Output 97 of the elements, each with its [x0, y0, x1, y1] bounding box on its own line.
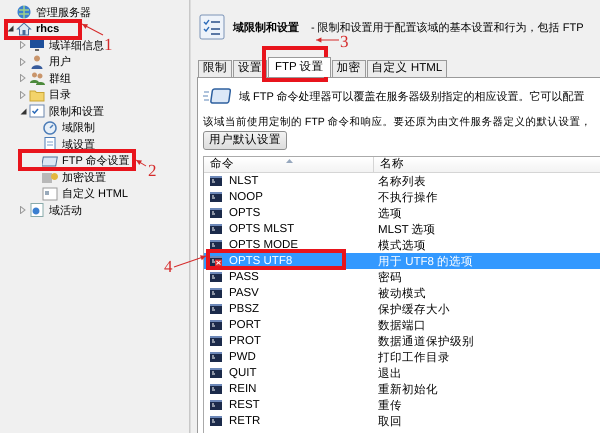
name-cell-text: 模式选项: [377, 238, 426, 252]
annotation-arrow: [82, 24, 104, 36]
tree-item[interactable]: 自定义 HTML: [61, 186, 129, 202]
command-cell: OPTS MLST: [229, 223, 294, 235]
command-cell: OPTS: [229, 207, 260, 219]
tree-item[interactable]: 管理服务器: [35, 4, 92, 20]
default-settings-button[interactable]: 用户默认设置: [203, 131, 287, 150]
command-cell: PASV: [229, 287, 259, 299]
table-row[interactable]: PBSZ 保护缓存大小: [204, 301, 600, 317]
window-icon: [203, 86, 231, 106]
name-cell-text: 用于 UTF8 的选项: [377, 254, 474, 268]
name-cell-text: 打印工作目录: [377, 350, 450, 364]
status-text: 该域当前使用定制的 FTP 命令和响应。要还原为由文件服务器定义的默认设置，: [203, 115, 592, 129]
people-icon: [29, 70, 45, 86]
table-row[interactable]: REIN 重新初始化: [204, 381, 600, 397]
column-header[interactable]: 名称: [374, 157, 404, 172]
name-cell-text: 被动模式: [377, 286, 426, 300]
tree-item[interactable]: FTP 命令设置: [61, 153, 131, 168]
name-cell-text: 保护缓存大小: [377, 302, 450, 316]
name-cell-text: MLST 选项: [377, 222, 436, 236]
globe-icon: [16, 4, 32, 20]
sort-arrow-icon: [286, 158, 293, 162]
command-cell: OPTS MODE: [229, 239, 298, 251]
name-cell-text: 重新初始化: [377, 382, 438, 396]
command-cell: REST: [229, 399, 260, 411]
name-cell-text: 选项: [377, 206, 402, 220]
tree-item[interactable]: rhcs: [35, 22, 60, 35]
command-cell: OPTS UTF8: [229, 255, 292, 267]
command-cell: PWD: [229, 351, 256, 363]
column-header[interactable]: 命令: [204, 157, 374, 172]
expand-arrow-icon[interactable]: [20, 74, 26, 82]
annotation-number: 2: [148, 162, 156, 179]
tree-item[interactable]: 域活动: [48, 202, 83, 218]
table-row[interactable]: NOOP 不执行操作: [204, 189, 600, 205]
command-cell: RETR: [229, 415, 260, 427]
tab[interactable]: 加密: [332, 60, 366, 77]
name-cell-text: 数据通道保护级别: [377, 334, 474, 348]
tree-item[interactable]: 域详细信息: [48, 38, 105, 53]
annotation-number: 3: [340, 33, 348, 50]
table-row[interactable]: OPTS MLST MLST 选项: [204, 221, 600, 237]
command-cell: REIN: [229, 383, 256, 395]
command-cell: PBSZ: [229, 303, 260, 315]
table-row[interactable]: PORT 数据端口: [204, 317, 600, 333]
tree-item[interactable]: 域限制: [61, 120, 96, 136]
table-row[interactable]: PWD 打印工作目录: [204, 349, 600, 365]
panel-title: 域限制和设置: [233, 20, 299, 34]
highlight-box: [262, 46, 328, 82]
name-cell-text: 名称列表: [377, 174, 426, 188]
house-icon: [16, 20, 32, 37]
name-cell-text: 取回: [377, 414, 402, 428]
tree-item[interactable]: 域设置: [61, 136, 96, 152]
table-row[interactable]: NLST 名称列表: [204, 173, 600, 189]
annotation-arrow: [316, 37, 340, 43]
table-row[interactable]: OPTS 选项: [204, 205, 600, 221]
table-row[interactable]: REST 重传: [204, 397, 600, 413]
expand-arrow-icon[interactable]: [20, 41, 26, 50]
collapse-arrow-icon[interactable]: [20, 108, 26, 115]
command-cell: QUIT: [229, 367, 256, 379]
table-row[interactable]: PASS 密码: [204, 269, 600, 285]
annotation-number: 1: [104, 36, 112, 53]
tab[interactable]: 自定义 HTML: [366, 60, 448, 77]
collapse-arrow-icon[interactable]: [6, 25, 14, 32]
command-cell: PROT: [229, 335, 261, 347]
table-row[interactable]: OPTS MODE 模式选项: [204, 237, 600, 253]
name-cell-text: 重传: [377, 398, 402, 412]
name-cell-text: 密码: [377, 270, 402, 284]
table-row[interactable]: RETR 取回: [204, 413, 600, 429]
info-text: 域 FTP 命令处理器可以覆盖在服务器级别指定的相应设置。它可以配置: [239, 90, 585, 104]
table-row[interactable]: PROT 数据通道保护级别: [204, 333, 600, 349]
table-row[interactable]: PASV 被动模式: [204, 285, 600, 301]
command-cell: PORT: [229, 319, 261, 331]
gauge-icon: [42, 120, 58, 136]
panel-description: - 限制和设置用于配置该域的基本设置和行为，包括 FTP: [311, 20, 584, 34]
tree-item[interactable]: 用户: [48, 54, 72, 70]
command-cell: NLST: [229, 175, 258, 187]
person-icon: [29, 54, 45, 70]
name-cell-text: 不执行操作: [377, 190, 438, 204]
expand-arrow-icon[interactable]: [20, 90, 26, 99]
tab[interactable]: FTP 设置: [268, 57, 331, 77]
name-cell-text: 退出: [377, 366, 402, 380]
page-icon: [42, 186, 58, 202]
checklist-icon: [29, 103, 45, 120]
tree-item[interactable]: 加密设置: [61, 170, 107, 185]
command-cell: PASS: [229, 271, 259, 283]
annotation-arrow: [174, 255, 206, 268]
command-cell: NOOP: [229, 191, 263, 203]
table-row[interactable]: QUIT 退出: [204, 365, 600, 381]
tree-item[interactable]: 目录: [48, 87, 72, 102]
expand-arrow-icon[interactable]: [20, 58, 26, 66]
expand-arrow-icon[interactable]: [20, 206, 26, 214]
tree-item[interactable]: 限制和设置: [48, 104, 105, 119]
annotation-arrow: [136, 160, 146, 166]
tree-item[interactable]: 群组: [48, 70, 72, 86]
name-cell-text: 数据端口: [377, 318, 426, 332]
checklist-icon: [199, 14, 225, 40]
tab[interactable]: 限制: [198, 60, 232, 77]
annotation-number: 4: [164, 258, 172, 275]
